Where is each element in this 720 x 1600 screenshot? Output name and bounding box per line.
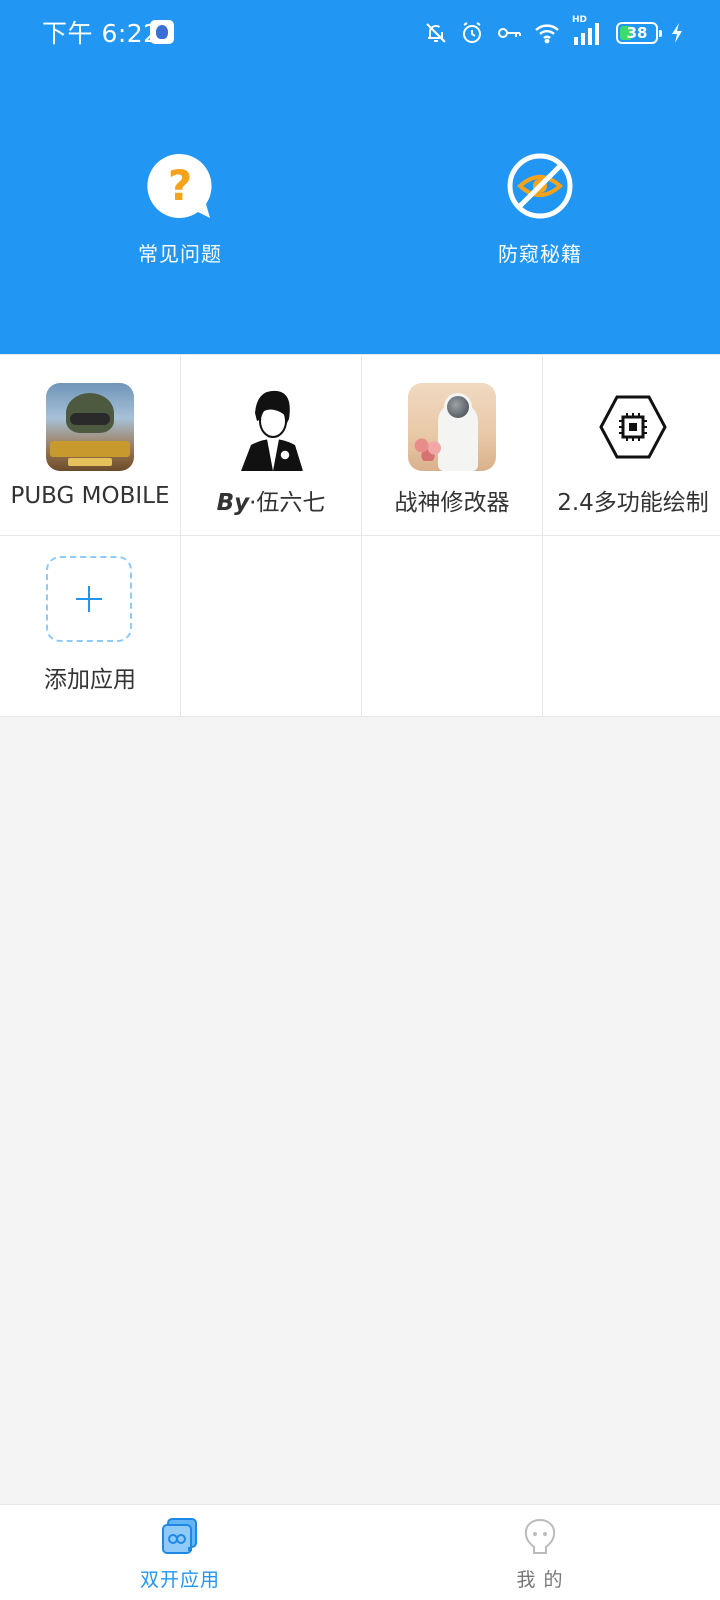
app-item-zhanshen[interactable]: 战神修改器 <box>362 355 542 535</box>
empty-cell <box>181 536 361 716</box>
app-label-prefix: By <box>216 490 250 516</box>
notification-app-icon <box>150 20 174 44</box>
svg-text:?: ? <box>168 161 192 210</box>
question-bubble-icon: ? <box>146 152 214 220</box>
header: 下午 6:22 HD 38 ? 常见问题 防窥秘籍 <box>0 0 720 354</box>
chip-hexagon-icon <box>589 383 677 471</box>
signal-icon: HD <box>572 15 604 47</box>
app-item-by-wuliuqi[interactable]: By·伍六七 <box>181 355 361 535</box>
battery-level: 38 <box>626 24 648 42</box>
tab-dual-apps[interactable]: 双开应用 <box>0 1505 360 1600</box>
avatar-icon <box>227 383 315 471</box>
faq-button[interactable]: ? 常见问题 <box>70 152 290 267</box>
app-item-pubg[interactable]: PUBG MOBILE <box>0 355 180 535</box>
astronaut-icon <box>408 383 496 471</box>
app-label: 战神修改器 <box>394 490 510 516</box>
tab-profile[interactable]: 我 的 <box>360 1505 720 1600</box>
eye-slash-icon <box>506 152 574 220</box>
app-label: By·伍六七 <box>181 483 361 517</box>
tab-label: 双开应用 <box>139 1569 220 1591</box>
status-bar: 下午 6:22 HD 38 <box>0 0 720 66</box>
bell-off-icon <box>426 23 446 43</box>
tab-label: 我 的 <box>516 1569 564 1591</box>
faq-label: 常见问题 <box>138 242 222 266</box>
battery-indicator: 38 <box>616 22 662 44</box>
pubg-mobile-icon <box>46 383 134 471</box>
privacy-tips-button[interactable]: 防窥秘籍 <box>430 152 650 267</box>
add-app-button[interactable]: 添加应用 <box>0 536 180 716</box>
add-icon <box>46 556 132 642</box>
app-item-draw-tool[interactable]: 2.4多功能绘制 <box>543 355 720 535</box>
app-label: 2.4多功能绘制 <box>557 490 709 516</box>
wifi-icon <box>535 24 559 44</box>
profile-icon <box>520 1517 560 1557</box>
privacy-tips-label: 防窥秘籍 <box>498 242 582 266</box>
bottom-nav: 双开应用 我 的 <box>0 1504 720 1600</box>
app-label-suffix: ·伍六七 <box>249 490 326 516</box>
network-badge: HD <box>572 15 588 25</box>
empty-cell <box>362 536 542 716</box>
status-icons: HD 38 <box>424 15 684 48</box>
key-icon <box>498 28 521 38</box>
add-app-label: 添加应用 <box>44 667 136 693</box>
alarm-icon <box>463 22 481 43</box>
dual-apps-icon <box>160 1517 200 1557</box>
empty-cell <box>543 536 720 716</box>
charging-bolt-icon <box>672 23 682 43</box>
status-time: 下午 6:22 <box>42 19 160 48</box>
app-grid: PUBG MOBILE By·伍六七 战神修改器 2.4多功能绘制 添加应用 <box>0 354 720 717</box>
app-label: PUBG MOBILE <box>10 483 170 509</box>
